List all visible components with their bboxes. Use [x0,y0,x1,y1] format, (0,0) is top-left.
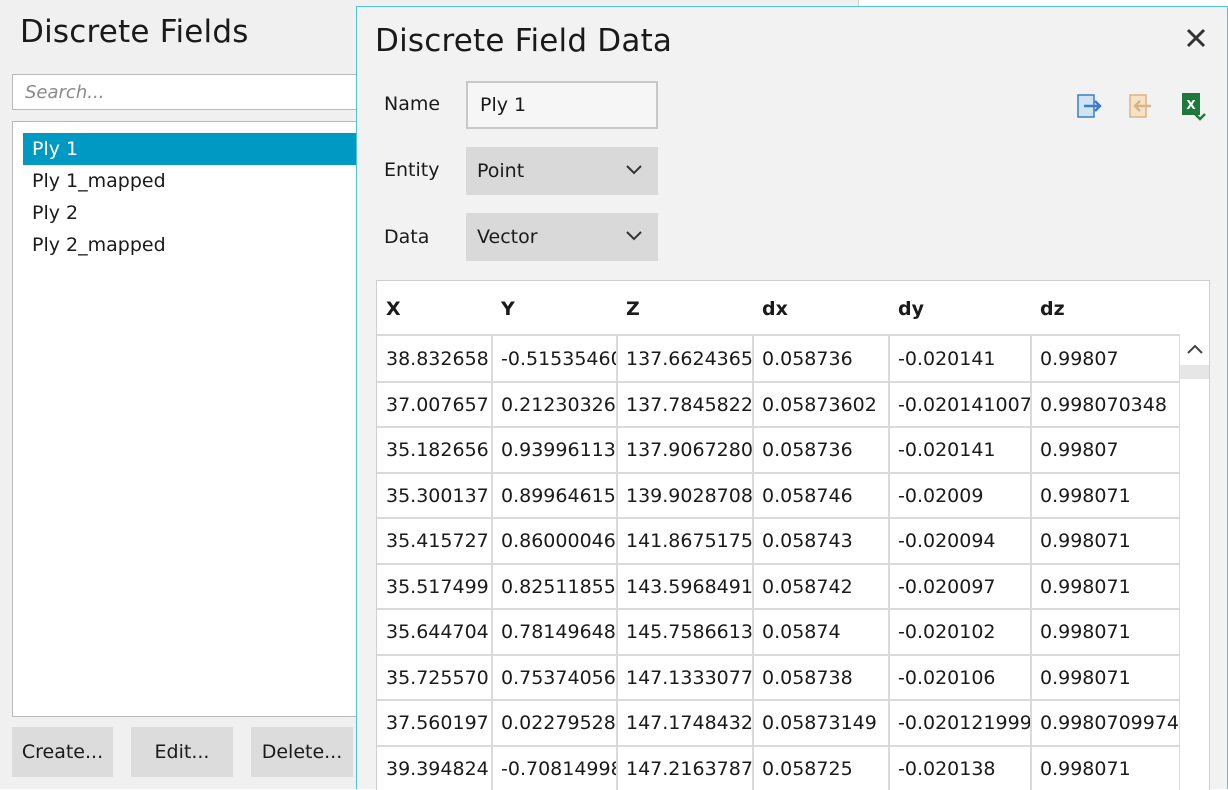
table-cell[interactable]: 0.05874 [753,609,888,653]
search-input[interactable]: Search... [12,74,372,110]
table-cell[interactable]: 147.2163787 [617,746,752,790]
table-cell[interactable]: -0.70814998 [492,746,616,790]
table-cell[interactable]: 35.644704 [377,609,491,653]
excel-export-icon[interactable]: X [1180,91,1206,121]
table-cell[interactable]: -0.51535460 [492,336,616,380]
column-header-z[interactable]: Z [617,281,753,335]
table-cell[interactable]: 137.6624365 [617,336,752,380]
data-select-value: Vector [477,226,538,248]
list-item-ply-2-mapped[interactable]: Ply 2_mapped [23,229,368,261]
table-cell[interactable]: 35.182656 [377,427,491,471]
column-header-dx[interactable]: dx [753,281,889,335]
table-cell[interactable]: 137.7845822 [617,382,752,426]
name-label: Name [384,93,441,115]
table-cell[interactable]: 37.560197 [377,700,491,744]
table-cell[interactable]: 0.82511855 [492,564,616,608]
table-cell[interactable]: 0.998071 [1031,609,1179,653]
table-cell[interactable]: 141.8675175 [617,518,752,562]
table-cell[interactable]: 35.415727 [377,518,491,562]
table-cell[interactable]: 0.058746 [753,473,888,517]
table-cell[interactable]: 143.5968491 [617,564,752,608]
list-item-ply-2[interactable]: Ply 2 [23,197,368,229]
chevron-down-icon [626,231,642,241]
table-cell[interactable]: -0.020094 [889,518,1030,562]
table-cell[interactable]: 0.998071 [1031,655,1179,699]
scroll-up-arrow-icon[interactable] [1185,342,1205,356]
table-cell[interactable]: -0.02009 [889,473,1030,517]
table-cell[interactable]: 38.832658 [377,336,491,380]
table-cell[interactable]: 37.007657 [377,382,491,426]
entity-select-value: Point [477,160,525,182]
table-cell[interactable]: 147.1748432 [617,700,752,744]
table-cell[interactable]: 0.058736 [753,427,888,471]
column-header-dy[interactable]: dy [889,281,1031,335]
table-cell[interactable]: 39.394824 [377,746,491,790]
table-cell[interactable]: -0.020106 [889,655,1030,699]
table-cell[interactable]: 0.05873149 [753,700,888,744]
list-item-ply-1[interactable]: Ply 1 [23,133,368,165]
table-cell[interactable]: 0.78149648 [492,609,616,653]
export-icon[interactable] [1077,91,1103,121]
table-cell[interactable]: -0.020141 [889,427,1030,471]
table-cell[interactable]: 0.89964615 [492,473,616,517]
table-cell[interactable]: 137.9067280 [617,427,752,471]
table-cell[interactable]: 0.058725 [753,746,888,790]
table-cell[interactable]: 147.1333077 [617,655,752,699]
table-cell[interactable]: 35.725570 [377,655,491,699]
table-cell[interactable]: 0.998071 [1031,473,1179,517]
table-cell[interactable]: 0.9980709974 [1031,700,1179,744]
name-field[interactable]: Ply 1 [466,81,658,129]
data-table: X Y Z dx dy dz 38.832658 -0.51535460 137.6… [376,280,1210,790]
list-item-ply-1-mapped[interactable]: Ply 1_mapped [23,165,368,197]
table-cell[interactable]: -0.020121999 [889,700,1030,744]
table-cell[interactable]: 0.99807 [1031,336,1179,380]
table-cell[interactable]: -0.020138 [889,746,1030,790]
entity-select[interactable]: Point [466,147,658,195]
svg-text:X: X [1186,98,1196,112]
table-cell[interactable]: 0.05873602 [753,382,888,426]
table-cell[interactable]: 35.517499 [377,564,491,608]
column-header-dz[interactable]: dz [1031,281,1180,335]
field-list: Ply 1 Ply 1_mapped Ply 2 Ply 2_mapped [12,121,372,717]
table-cell[interactable]: -0.020097 [889,564,1030,608]
table-cell[interactable]: 35.300137 [377,473,491,517]
table-cell[interactable]: -0.020141 [889,336,1030,380]
discrete-field-data-dialog: Discrete Field Data Name Ply 1 Entity Po… [356,6,1228,790]
column-header-y[interactable]: Y [492,281,617,335]
chevron-down-icon [626,165,642,175]
entity-label: Entity [384,159,440,181]
table-cell[interactable]: 0.93996113 [492,427,616,471]
table-cell[interactable]: 0.86000046 [492,518,616,562]
table-cell[interactable]: 0.21230326 [492,382,616,426]
create-button[interactable]: Create... [12,727,113,777]
table-cell[interactable]: -0.020102 [889,609,1030,653]
table-cell[interactable]: 0.058736 [753,336,888,380]
data-select[interactable]: Vector [466,213,658,261]
table-cell[interactable]: 0.02279528 [492,700,616,744]
table-cell[interactable]: 145.7586613 [617,609,752,653]
scrollbar-thumb[interactable] [1180,365,1209,379]
table-cell[interactable]: 0.998071 [1031,518,1179,562]
table-cell[interactable]: 0.058743 [753,518,888,562]
table-cell[interactable]: 0.998071 [1031,564,1179,608]
table-cell[interactable]: -0.020141007 [889,382,1030,426]
table-cell[interactable]: 0.058742 [753,564,888,608]
table-cell[interactable]: 139.9028708 [617,473,752,517]
import-icon[interactable] [1129,91,1155,121]
table-cell[interactable]: 0.998071 [1031,746,1179,790]
column-header-x[interactable]: X [377,281,492,335]
delete-button[interactable]: Delete... [251,727,353,777]
table-cell[interactable]: 0.99807 [1031,427,1179,471]
panel-title: Discrete Fields [20,14,249,50]
data-label: Data [384,226,430,248]
close-icon[interactable] [1183,25,1209,51]
table-cell[interactable]: 0.998070348 [1031,382,1179,426]
dialog-title: Discrete Field Data [375,23,673,59]
vertical-scrollbar[interactable] [1180,335,1209,790]
edit-button[interactable]: Edit... [131,727,233,777]
table-cell[interactable]: 0.058738 [753,655,888,699]
table-cell[interactable]: 0.75374056 [492,655,616,699]
